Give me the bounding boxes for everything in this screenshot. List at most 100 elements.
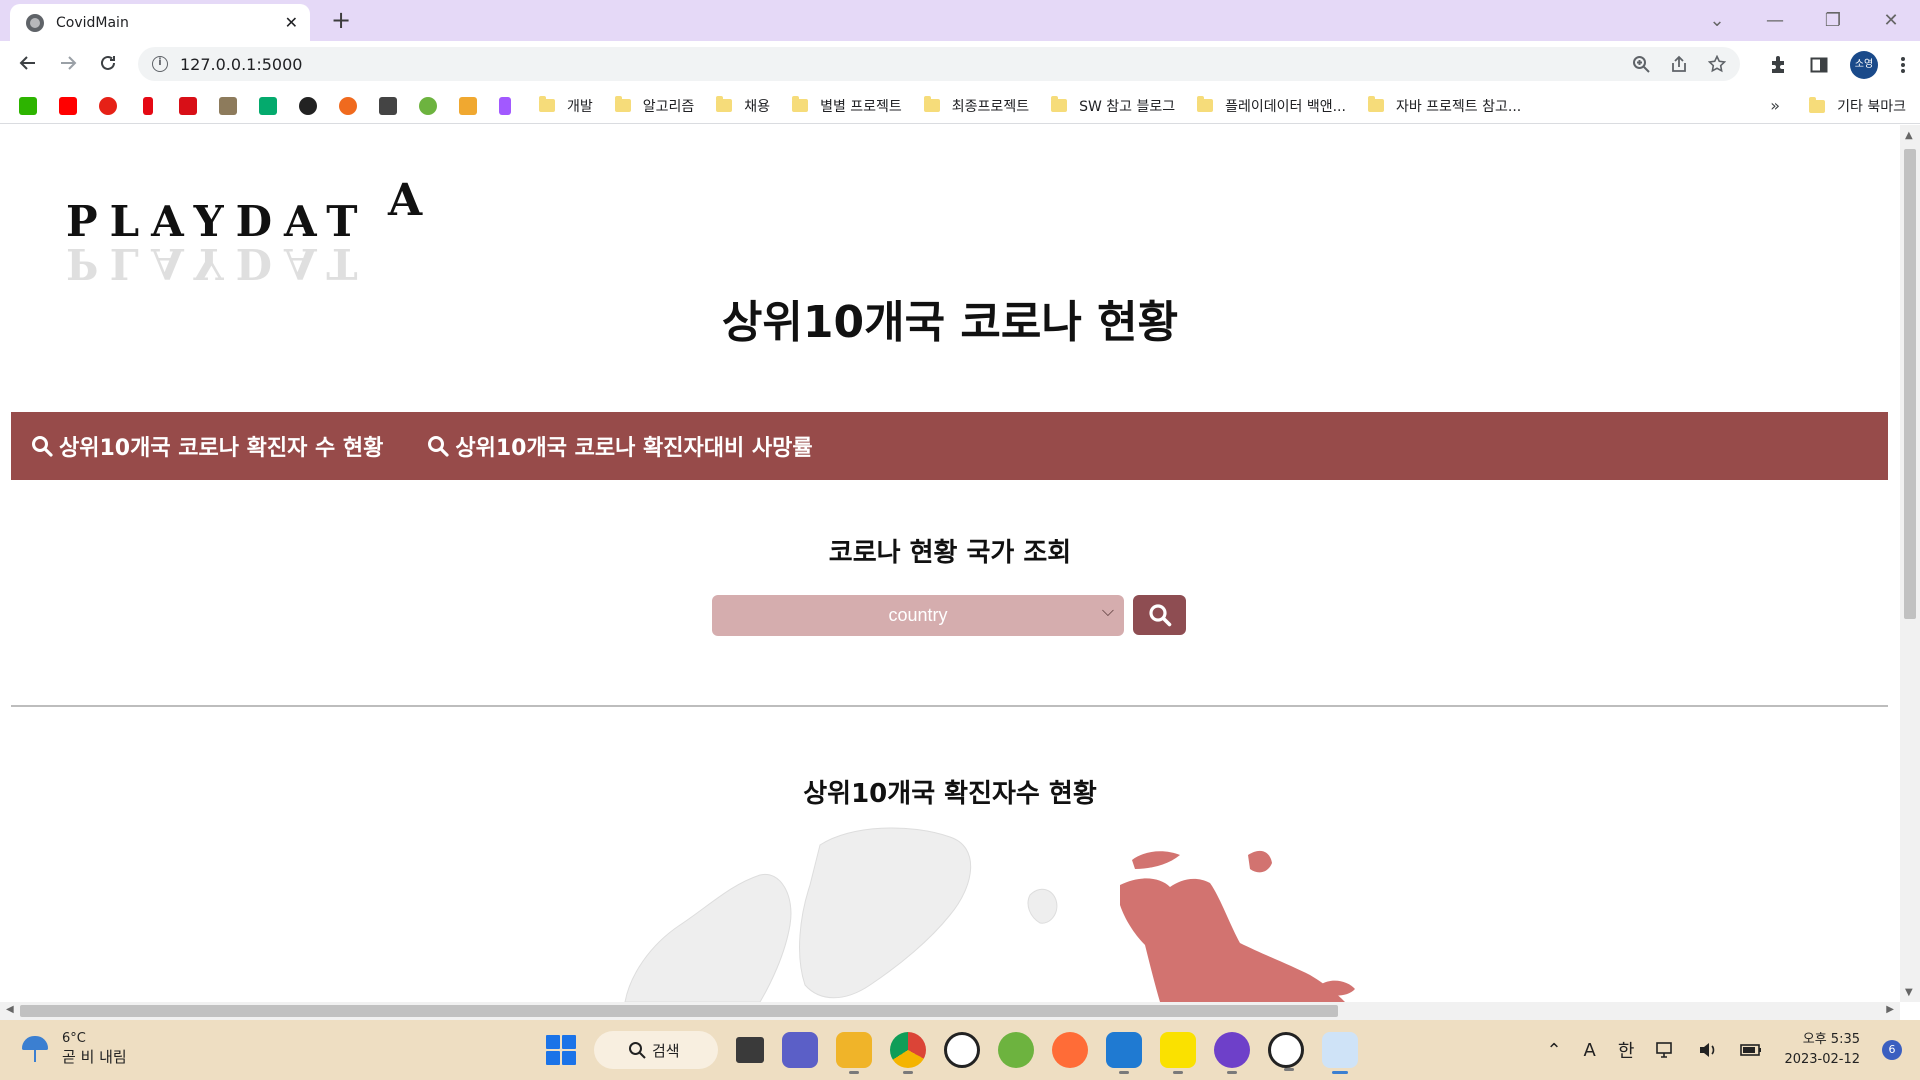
country-search-button[interactable] xyxy=(1133,595,1186,635)
weather-description: 곧 비 내림 xyxy=(62,1048,127,1066)
tab-search-icon[interactable]: ⌄ xyxy=(1688,10,1746,31)
tab-covidmain[interactable]: CovidMain ✕ xyxy=(10,4,310,41)
taskbar-search[interactable]: 검색 xyxy=(594,1031,718,1069)
postman-icon[interactable] xyxy=(1052,1032,1088,1068)
bookmarks-bar: 개발 알고리즘 채용 별별 프로젝트 최종프로젝트 SW 참고 블로그 플레이데… xyxy=(0,88,1920,124)
share-icon[interactable] xyxy=(1670,55,1688,73)
horizontal-scrollbar[interactable]: ◀ ▶ xyxy=(0,1002,1900,1020)
map-region-new-siberian-islands[interactable] xyxy=(1320,980,1355,996)
zoom-icon[interactable] xyxy=(1632,55,1650,73)
taskbar-search-label: 검색 xyxy=(652,1041,680,1060)
bookmark-youtube-music-icon[interactable] xyxy=(99,96,117,115)
playdata-logo[interactable]: PLAYDAT A PLAYDAT xyxy=(66,149,446,288)
spring-tool-icon[interactable] xyxy=(998,1032,1034,1068)
extensions-icon[interactable] xyxy=(1768,55,1788,75)
weather-widget[interactable]: 6°C 곧 비 내림 xyxy=(20,1030,127,1066)
vertical-scroll-thumb[interactable] xyxy=(1904,149,1916,619)
chevron-up-icon[interactable]: ⌃ xyxy=(1546,1040,1561,1061)
map-region-novaya-zemlya[interactable] xyxy=(1248,850,1272,873)
vertical-scrollbar[interactable]: ▲ ▼ xyxy=(1900,125,1920,1002)
taskbar-apps: 검색 xyxy=(546,1030,1358,1074)
other-bookmarks-folder[interactable]: 기타 북마크 xyxy=(1809,88,1906,124)
bookmark-star-icon[interactable] xyxy=(1708,55,1726,73)
horizontal-scroll-thumb[interactable] xyxy=(20,1005,1338,1017)
github-desktop-icon[interactable] xyxy=(1214,1032,1250,1074)
system-clock[interactable]: 오후 5:35 2023-02-12 xyxy=(1784,1030,1860,1070)
battery-icon[interactable] xyxy=(1740,1043,1762,1057)
snipping-tool-icon[interactable] xyxy=(1322,1032,1358,1074)
url-text[interactable]: 127.0.0.1:5000 xyxy=(180,55,302,74)
bookmark-naver-icon[interactable] xyxy=(19,96,37,115)
bookmark-netflix-icon[interactable] xyxy=(143,96,153,115)
kakaotalk-icon[interactable] xyxy=(1160,1032,1196,1074)
folder-icon xyxy=(539,96,555,112)
chat-icon[interactable] xyxy=(782,1032,818,1068)
bookmark-folder[interactable]: 별별 프로젝트 xyxy=(792,96,902,116)
folder-icon xyxy=(1809,96,1826,113)
address-bar[interactable]: i 127.0.0.1:5000 xyxy=(138,47,1740,81)
umbrella-icon xyxy=(20,1032,52,1064)
nav-confirmed-cases[interactable]: 상위10개국 코로나 확진자 수 현황 xyxy=(31,430,383,462)
back-button[interactable] xyxy=(8,53,48,77)
bookmark-folder[interactable]: 채용 xyxy=(716,96,770,116)
new-tab-button[interactable]: + xyxy=(326,6,356,36)
ime-mode[interactable]: A xyxy=(1584,1040,1596,1061)
bookmark-folder[interactable]: 플레이데이터 백앤... xyxy=(1197,96,1346,116)
bookmark-folder[interactable]: 알고리즘 xyxy=(614,96,694,116)
search-icon xyxy=(1148,604,1171,627)
file-explorer-icon[interactable] xyxy=(836,1032,872,1074)
search-icon xyxy=(428,436,449,457)
task-view-icon[interactable] xyxy=(736,1037,764,1063)
bookmark-folder[interactable]: 최종프로젝트 xyxy=(923,96,1029,116)
volume-icon[interactable] xyxy=(1698,1041,1718,1059)
scroll-up-icon[interactable]: ▲ xyxy=(1905,130,1913,141)
side-panel-icon[interactable] xyxy=(1810,56,1828,74)
menu-kebab-icon[interactable] xyxy=(1900,56,1906,74)
bookmark-app-icon[interactable] xyxy=(299,96,317,115)
panda-app-2-icon[interactable] xyxy=(1268,1032,1304,1071)
windows-start-icon[interactable] xyxy=(546,1035,576,1065)
folder-icon xyxy=(614,96,631,112)
bookmark-folder[interactable]: 자바 프로젝트 참고... xyxy=(1367,96,1521,116)
bookmark-image-icon[interactable] xyxy=(219,96,237,115)
bookmark-spring-icon[interactable] xyxy=(419,96,437,115)
toolbar-actions: 소영 xyxy=(1768,41,1906,88)
map-region-russia[interactable] xyxy=(1120,878,1345,1002)
reload-button[interactable] xyxy=(88,53,128,77)
bookmark-folder[interactable]: 개발 xyxy=(539,96,593,116)
scroll-right-icon[interactable]: ▶ xyxy=(1886,1004,1894,1015)
map-region-canada-arctic xyxy=(624,873,792,1002)
notification-badge[interactable]: 6 xyxy=(1882,1040,1902,1060)
nav-death-rate[interactable]: 상위10개국 코로나 확진자대비 사망률 xyxy=(427,430,813,462)
main-nav: 상위10개국 코로나 확진자 수 현황 상위10개국 코로나 확진자대비 사망률 xyxy=(11,412,1888,480)
scroll-left-icon[interactable]: ◀ xyxy=(6,1004,14,1015)
chrome-icon[interactable] xyxy=(890,1032,926,1074)
vscode-icon[interactable] xyxy=(1106,1032,1142,1074)
site-info-icon[interactable]: i xyxy=(152,56,168,72)
clock-date: 2023-02-12 xyxy=(1784,1052,1860,1067)
bookmark-terminal-icon[interactable] xyxy=(379,96,397,115)
close-tab-icon[interactable]: ✕ xyxy=(285,13,298,32)
scroll-down-icon[interactable]: ▼ xyxy=(1905,987,1913,998)
bookmark-figma-icon[interactable] xyxy=(499,96,511,115)
restore-button[interactable]: ❐ xyxy=(1804,10,1862,31)
profile-avatar[interactable]: 소영 xyxy=(1850,50,1878,79)
bookmark-folder[interactable]: SW 참고 블로그 xyxy=(1051,96,1175,116)
forward-button[interactable] xyxy=(48,53,88,77)
network-icon[interactable] xyxy=(1656,1041,1676,1059)
minimize-button[interactable]: — xyxy=(1746,10,1804,31)
folder-icon xyxy=(1367,96,1384,112)
bookmark-w3schools-icon[interactable] xyxy=(259,96,277,115)
bookmark-tool-icon[interactable] xyxy=(339,96,357,115)
bookmark-tving-icon[interactable] xyxy=(179,96,197,115)
close-window-button[interactable]: ✕ xyxy=(1862,10,1920,31)
logo-reflection: PLAYDAT xyxy=(66,239,370,288)
search-icon xyxy=(32,436,53,457)
country-select[interactable]: country ⌵ xyxy=(712,595,1124,636)
bookmark-box-icon[interactable] xyxy=(459,96,477,115)
bookmarks-overflow-button[interactable]: » xyxy=(1770,88,1780,124)
bookmark-youtube-icon[interactable] xyxy=(59,96,77,115)
map-region-arctic-islands[interactable] xyxy=(1132,851,1180,869)
panda-app-icon[interactable] xyxy=(944,1032,980,1068)
ime-language[interactable]: 한 xyxy=(1618,1037,1635,1063)
